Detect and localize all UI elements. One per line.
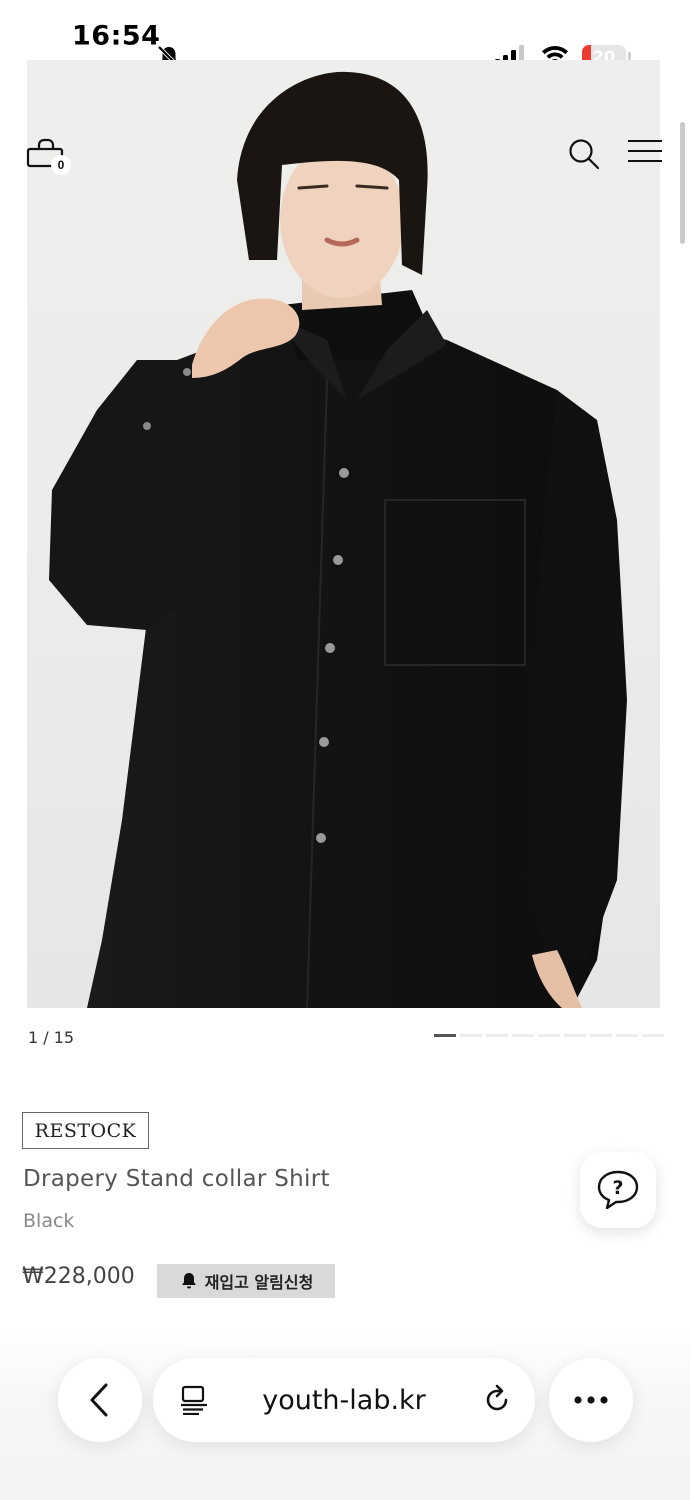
- url-text[interactable]: youth-lab.kr: [223, 1358, 465, 1442]
- search-icon[interactable]: [567, 137, 601, 171]
- product-color: Black: [23, 1210, 75, 1232]
- battery-tip: [628, 52, 631, 60]
- pager-dot[interactable]: [538, 1034, 560, 1037]
- more-icon: [574, 1396, 608, 1404]
- page-scrollbar[interactable]: [680, 122, 685, 244]
- pager-dot[interactable]: [512, 1034, 534, 1037]
- back-icon: [90, 1383, 108, 1417]
- help-button[interactable]: ?: [580, 1152, 656, 1228]
- back-button[interactable]: [58, 1358, 142, 1442]
- cart-count-badge[interactable]: 0: [51, 155, 71, 175]
- gallery-pager-text: 1 / 15: [28, 1028, 75, 1047]
- help-chat-icon: ?: [597, 1170, 639, 1210]
- gallery-pager-dots[interactable]: [434, 1034, 664, 1038]
- pager-dot[interactable]: [590, 1034, 612, 1037]
- status-time: 16:54: [72, 20, 161, 52]
- pager-dot[interactable]: [486, 1034, 508, 1037]
- url-bar[interactable]: youth-lab.kr: [153, 1358, 535, 1442]
- menu-icon[interactable]: [627, 138, 663, 166]
- restock-alert-label: 재입고 알림신청: [204, 1273, 314, 1292]
- restock-alert-button[interactable]: 재입고 알림신청: [157, 1264, 335, 1298]
- product-image[interactable]: [27, 60, 660, 1008]
- pager-dot[interactable]: [642, 1034, 664, 1037]
- pager-dot[interactable]: [616, 1034, 638, 1037]
- product-name: Drapery Stand collar Shirt: [23, 1166, 330, 1192]
- status-bar: 16:54 20: [0, 0, 690, 69]
- more-button[interactable]: [549, 1358, 633, 1442]
- bell-icon: [181, 1273, 196, 1289]
- restock-badge: RESTOCK: [22, 1112, 149, 1149]
- pager-dot[interactable]: [564, 1034, 586, 1037]
- pager-dot[interactable]: [460, 1034, 482, 1037]
- pager-dot[interactable]: [434, 1034, 456, 1037]
- product-price: ₩228,000: [22, 1264, 135, 1289]
- svg-text:?: ?: [612, 1177, 623, 1199]
- reader-icon[interactable]: [179, 1385, 209, 1415]
- model-photo: [49, 71, 627, 1008]
- reload-icon[interactable]: [481, 1384, 513, 1416]
